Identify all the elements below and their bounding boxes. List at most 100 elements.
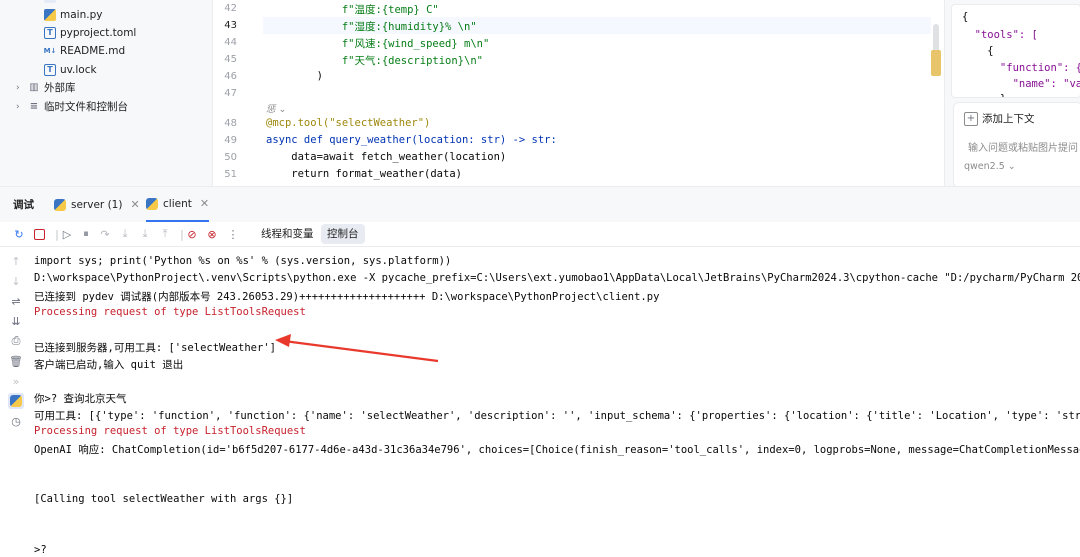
step-into-icon[interactable]: ⤓ xyxy=(117,226,133,242)
python-console-icon[interactable] xyxy=(8,393,24,409)
line-number: 51 xyxy=(224,169,237,180)
code-line: f"温度:{temp} C" xyxy=(266,4,439,16)
console-line: 你>? 查询北京天气 xyxy=(34,393,127,405)
console-line: Processing request of type ListToolsRequ… xyxy=(34,306,306,318)
line-number: 48 xyxy=(224,118,237,129)
rerun-icon[interactable]: ↻ xyxy=(11,226,27,242)
mute-breakpoints-icon[interactable]: ⊗ xyxy=(204,226,220,242)
console-side-toolbar: ↑ ↓ ⇌ ⇊ ⎙ 🗑 » ◷ xyxy=(0,247,30,557)
ai-json-preview: { "tools": [ { "function": { "name": "va… xyxy=(951,4,1080,98)
plus-icon: + xyxy=(964,111,978,126)
json-line: "name": "va xyxy=(962,78,1080,90)
step-over-icon[interactable]: ↷ xyxy=(97,226,113,242)
line-number: 49 xyxy=(224,135,237,146)
scroll-to-end-icon[interactable]: ⇊ xyxy=(8,313,24,329)
line-number: 45 xyxy=(224,54,237,65)
python-icon xyxy=(54,198,66,211)
code-line: f"天气:{description}\n" xyxy=(266,55,483,67)
history-icon[interactable]: ◷ xyxy=(8,413,24,429)
debug-tabs-bar: 调试 server (1) ✕ client ✕ xyxy=(0,186,1080,223)
add-context-button[interactable]: + 添加上下文 xyxy=(964,111,1035,126)
lock-file-icon: T xyxy=(44,64,56,76)
line-number: 47 xyxy=(224,88,237,99)
step-out-icon[interactable]: ⤒ xyxy=(157,226,173,242)
tab-server[interactable]: server (1) ✕ xyxy=(54,187,140,222)
chevron-right-icon[interactable]: › xyxy=(16,98,28,116)
code-line: f"湿度:{humidity}% \n" xyxy=(266,21,477,33)
line-number: 46 xyxy=(224,71,237,82)
json-line: { xyxy=(962,45,994,57)
close-icon[interactable]: ✕ xyxy=(130,198,139,211)
markdown-file-icon: M↓ xyxy=(43,47,57,55)
library-icon: ▥ xyxy=(29,82,39,93)
json-line: } xyxy=(962,93,1006,97)
console-line: 客户端已启动,输入 quit 退出 xyxy=(34,359,184,371)
json-line: "tools": [ xyxy=(962,29,1038,41)
scratches-icon: ≡ xyxy=(29,101,39,112)
project-tree: · main.py T pyproject.toml M↓ README.md … xyxy=(0,0,213,186)
python-icon xyxy=(146,197,158,210)
line-number: 44 xyxy=(224,37,237,48)
input-placeholder: 输入问题或粘贴图片提问 xyxy=(968,143,1078,154)
line-gutter: 42 43 44 45 46 47 48 49 50 51 xyxy=(213,0,263,186)
close-icon[interactable]: ✕ xyxy=(200,197,209,210)
expand-icon[interactable]: » xyxy=(8,373,24,389)
debug-title: 调试 xyxy=(13,199,34,211)
pause-icon[interactable]: ⏸ xyxy=(78,226,94,242)
tree-item-label: README.md xyxy=(60,45,126,57)
soft-wrap-icon[interactable]: ⇌ xyxy=(8,293,24,309)
toml-file-icon: T xyxy=(44,27,56,39)
tree-item-label: 临时文件和控制台 xyxy=(44,101,128,113)
json-line: { xyxy=(962,11,969,23)
subtab-threads-variables[interactable]: 线程和变量 xyxy=(255,222,320,246)
ai-question-input[interactable]: + 添加上下文 输入问题或粘贴图片提问 qwen2.5 ⌄ xyxy=(953,102,1080,188)
console-line: 可用工具: [{'type': 'function', 'function': … xyxy=(34,410,1080,422)
view-breakpoints-icon[interactable]: ⊘ xyxy=(184,226,200,242)
add-context-label: 添加上下文 xyxy=(982,113,1035,125)
python-file-icon xyxy=(44,9,56,21)
tree-item-label: 外部库 xyxy=(44,82,76,94)
console-output[interactable]: import sys; print('Python %s on %s' % (s… xyxy=(30,247,1080,557)
tab-client[interactable]: client ✕ xyxy=(146,187,210,222)
tree-item-main-py[interactable]: main.py xyxy=(44,6,102,24)
tree-item-external-libs[interactable]: › ▥ 外部库 xyxy=(16,79,76,97)
console-line: D:\workspace\PythonProject\.venv\Scripts… xyxy=(34,272,1080,284)
python-icon xyxy=(10,395,22,407)
warning-stripe-mark[interactable] xyxy=(931,50,941,76)
tree-item-readme[interactable]: M↓ README.md xyxy=(43,42,126,60)
more-options-icon[interactable]: ⋮ xyxy=(225,226,241,242)
code-line: async def query_weather(location: str) -… xyxy=(266,134,557,146)
code-line: @mcp.tool("selectWeather") xyxy=(266,117,431,129)
top-area: · main.py T pyproject.toml M↓ README.md … xyxy=(0,0,1080,188)
json-line: "function": { xyxy=(962,62,1080,74)
tree-item-scratches[interactable]: › ≡ 临时文件和控制台 xyxy=(16,98,128,116)
code-line: ) xyxy=(266,70,323,82)
stop-button[interactable] xyxy=(31,226,47,242)
file-icon: · xyxy=(44,0,56,3)
code-line: f"风速:{wind_speed} m\n" xyxy=(266,38,490,50)
tree-item-label: uv.lock xyxy=(60,64,97,76)
line-number: 42 xyxy=(224,3,237,14)
console-line: OpenAI 响应: ChatCompletion(id='b6f5d207-6… xyxy=(34,444,1080,456)
console-line: Processing request of type ListToolsRequ… xyxy=(34,425,306,437)
tab-label: server (1) xyxy=(71,198,123,211)
model-selector[interactable]: qwen2.5 ⌄ xyxy=(964,161,1016,172)
print-icon[interactable]: ⎙ xyxy=(8,333,24,349)
usage-hint[interactable]: 惩 ⌄ xyxy=(266,101,286,115)
scroll-down-icon[interactable]: ↓ xyxy=(8,273,24,289)
stop-icon xyxy=(33,228,45,240)
step-into-my-code-icon[interactable]: ⤓ xyxy=(137,226,153,242)
subtab-console[interactable]: 控制台 xyxy=(321,224,365,244)
tree-item-label: main.py xyxy=(60,9,103,21)
line-number-current: 43 xyxy=(224,20,237,31)
scroll-up-icon[interactable]: ↑ xyxy=(8,253,24,269)
console-line: [Calling tool selectWeather with args {}… xyxy=(34,493,294,505)
tree-item-uv-lock[interactable]: T uv.lock xyxy=(44,61,97,79)
tree-item-pyproject[interactable]: T pyproject.toml xyxy=(44,24,136,42)
code-line: data=await fetch_weather(location) xyxy=(266,151,507,163)
resume-icon[interactable]: ▷ xyxy=(59,226,75,242)
tree-item-label: pyproject.toml xyxy=(60,27,137,39)
code-editor[interactable]: 42 43 44 45 46 47 48 49 50 51 f"温度:{temp… xyxy=(213,0,943,186)
chevron-right-icon[interactable]: › xyxy=(16,79,28,97)
trash-icon[interactable]: 🗑 xyxy=(8,353,24,369)
